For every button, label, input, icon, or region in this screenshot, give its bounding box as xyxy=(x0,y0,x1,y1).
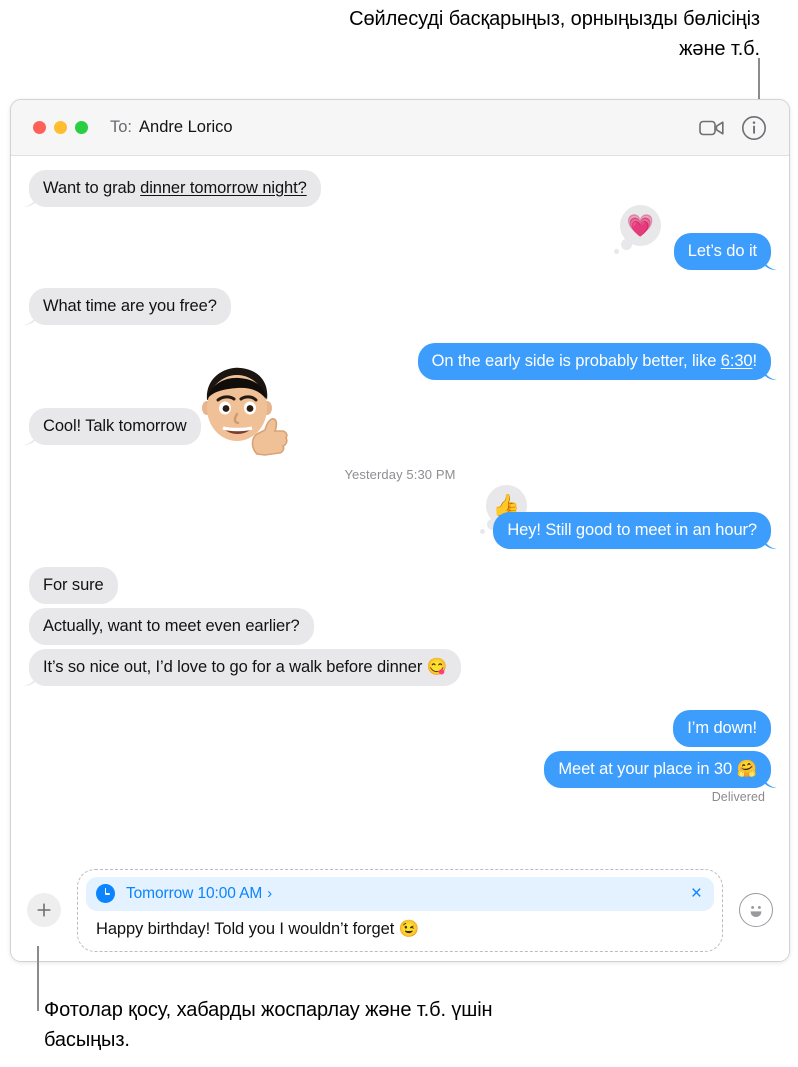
message-text: Hey! Still good to meet in an hour? xyxy=(507,521,757,539)
message-bubble-incoming[interactable]: Cool! Talk tomorrow xyxy=(29,408,201,445)
message-text: Cool! Talk tomorrow xyxy=(43,417,187,435)
message-draft-text[interactable]: Happy birthday! Told you I wouldn’t forg… xyxy=(86,911,714,943)
close-icon[interactable]: × xyxy=(691,884,702,903)
recipient-name: Andre Lorico xyxy=(139,118,233,136)
to-label: To: xyxy=(110,118,133,136)
plus-icon xyxy=(37,903,51,917)
message-text: Meet at your place in 30 🤗 xyxy=(558,760,757,778)
smiley-face-icon xyxy=(750,905,762,917)
message-row: On the early side is probably better, li… xyxy=(29,343,771,380)
tapback-heart[interactable]: 💗 xyxy=(614,205,661,254)
message-text: On the early side is probably better, li… xyxy=(431,352,721,370)
message-bubble-outgoing[interactable]: Let’s do it xyxy=(673,233,771,270)
message-bubble-incoming[interactable]: What time are you free? xyxy=(29,288,231,325)
memoji-thumbs-up-sticker[interactable] xyxy=(185,358,289,473)
top-callout-text: Сөйлесуді басқарыңыз, орныңызды бөлісіңі… xyxy=(349,8,760,60)
message-input-area[interactable]: Tomorrow 10:00 AM › × Happy birthday! To… xyxy=(77,868,723,952)
message-row: 👍 Hey! Still good to meet in an hour? xyxy=(29,485,771,549)
message-text: For sure xyxy=(43,576,104,594)
add-attachment-button[interactable] xyxy=(27,893,61,927)
message-text: Let’s do it xyxy=(687,242,757,260)
info-circle-icon[interactable] xyxy=(737,111,771,145)
message-bubble-outgoing[interactable]: Hey! Still good to meet in an hour? xyxy=(493,512,771,549)
bottom-callout-leader-line xyxy=(37,946,39,1011)
message-link[interactable]: 6:30 xyxy=(721,352,753,370)
message-bubble-incoming[interactable]: For sure xyxy=(29,567,118,604)
conversation-timestamp: Yesterday 5:30 PM xyxy=(344,467,456,482)
messages-window: To: Andre Lorico Want to grab dinner tom… xyxy=(10,99,790,962)
message-row: What time are you free? xyxy=(29,288,771,325)
minimize-window-button[interactable] xyxy=(54,121,67,134)
message-link[interactable]: dinner tomorrow night? xyxy=(140,179,307,197)
recipient-field[interactable]: To: Andre Lorico xyxy=(110,118,233,137)
message-bubble-outgoing[interactable]: On the early side is probably better, li… xyxy=(417,343,771,380)
message-text: Want to grab xyxy=(43,179,141,197)
message-bubble-outgoing[interactable]: Meet at your place in 30 🤗 xyxy=(544,751,771,788)
bottom-callout-text: Фотолар қосу, хабарды жоспарлау және т.б… xyxy=(44,999,493,1051)
message-bubble-incoming[interactable]: Actually, want to meet even earlier? xyxy=(29,608,314,645)
emoji-picker-button[interactable] xyxy=(739,893,773,927)
message-bubble-incoming[interactable]: It’s so nice out, I’d love to go for a w… xyxy=(29,649,462,686)
video-camera-icon[interactable] xyxy=(695,111,729,145)
message-row: For sure xyxy=(29,567,771,604)
delivery-status: Delivered xyxy=(711,790,765,804)
zoom-window-button[interactable] xyxy=(75,121,88,134)
clock-icon xyxy=(96,884,115,903)
message-text: It’s so nice out, I’d love to go for a w… xyxy=(43,658,448,676)
heart-emoji: 💗 xyxy=(626,212,655,238)
window-titlebar: To: Andre Lorico xyxy=(11,100,789,156)
message-transcript[interactable]: Want to grab dinner tomorrow night? 💗 Le… xyxy=(11,156,789,859)
message-bubble-incoming[interactable]: Want to grab dinner tomorrow night? xyxy=(29,170,321,207)
message-row: I’m down! xyxy=(29,710,771,747)
message-row: 💗 Let’s do it xyxy=(29,205,771,270)
message-text: Actually, want to meet even earlier? xyxy=(43,617,300,635)
message-text: What time are you free? xyxy=(43,297,217,315)
message-text-after: ! xyxy=(752,352,758,370)
close-window-button[interactable] xyxy=(33,121,46,134)
chevron-right-icon[interactable]: › xyxy=(267,885,272,902)
compose-bar: Tomorrow 10:00 AM › × Happy birthday! To… xyxy=(11,859,789,961)
message-row: Cool! Talk tomorrow xyxy=(29,367,771,456)
scheduled-send-label[interactable]: Tomorrow 10:00 AM xyxy=(126,885,262,903)
message-row: Meet at your place in 30 🤗 xyxy=(29,751,771,788)
traffic-light-controls xyxy=(33,121,88,134)
message-bubble-outgoing[interactable]: I’m down! xyxy=(673,710,771,747)
message-text: I’m down! xyxy=(687,719,757,737)
message-row: Want to grab dinner tomorrow night? xyxy=(29,170,771,207)
scheduled-send-banner[interactable]: Tomorrow 10:00 AM › × xyxy=(86,876,714,911)
message-row: Actually, want to meet even earlier? xyxy=(29,608,771,645)
message-row: It’s so nice out, I’d love to go for a w… xyxy=(29,649,771,686)
